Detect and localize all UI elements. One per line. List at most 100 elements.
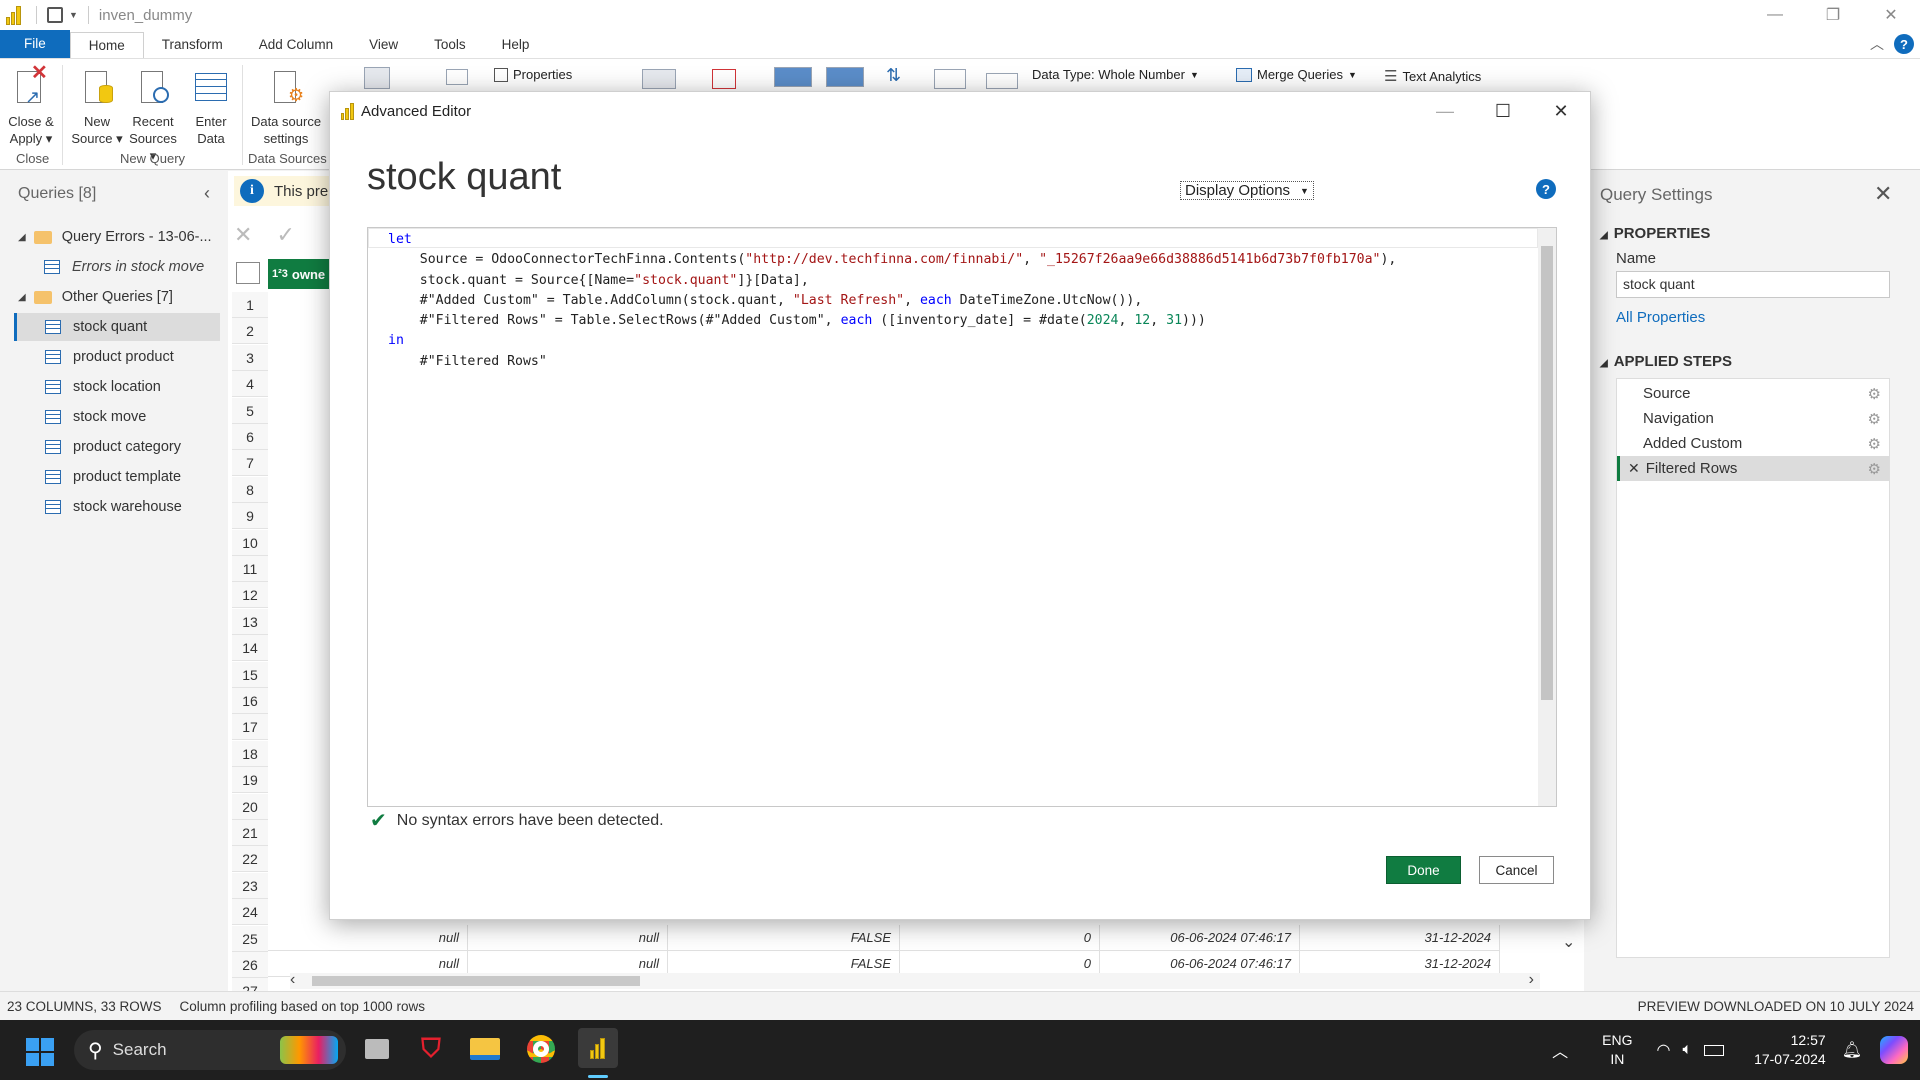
collapse-ribbon-icon[interactable]: ︿ [1870,34,1884,54]
gear-icon[interactable]: ⚙ [1868,385,1881,403]
task-view-icon[interactable] [360,1032,394,1066]
row-number[interactable]: 5 [232,397,268,424]
tab-transform[interactable]: Transform [144,32,241,58]
taskbar-search[interactable]: ⚲ Search [74,1030,346,1070]
volume-icon[interactable]: 🔈︎ [1682,1041,1692,1059]
minimize-icon[interactable]: — [1416,92,1474,130]
horizontal-scrollbar[interactable]: ‹ › [290,971,1540,989]
expand-icon[interactable]: ◢ [18,292,26,303]
minimize-icon[interactable]: — [1746,0,1804,30]
row-number[interactable]: 14 [232,635,268,662]
close-apply-button[interactable]: ✕ ↗ Close & Apply ▾ [4,63,58,147]
tab-file[interactable]: File [0,30,70,58]
row-number[interactable]: 19 [232,767,268,794]
merge-queries-button[interactable]: Merge Queries ▼ [1236,67,1357,82]
tab-add-column[interactable]: Add Column [241,32,351,58]
table-cell[interactable]: 0 [900,925,1100,951]
help-icon[interactable]: ? [1894,34,1914,54]
properties-button[interactable]: Properties [494,67,572,82]
scrollbar-thumb[interactable] [1541,246,1553,700]
status-profiling[interactable]: Column profiling based on top 1000 rows [180,999,425,1014]
done-button[interactable]: Done [1386,856,1461,884]
scroll-down-icon[interactable]: ⌄ [1562,932,1575,952]
help-icon[interactable]: ? [1536,179,1556,199]
row-number[interactable]: 6 [232,424,268,450]
column-header[interactable]: 1²3 owne [268,259,338,289]
row-number[interactable]: 18 [232,740,268,767]
row-number[interactable]: 8 [232,476,268,503]
row-number[interactable]: 1 [232,292,268,318]
cancel-button[interactable]: Cancel [1479,856,1554,884]
keep-rows-icon[interactable] [712,69,736,89]
row-number[interactable]: 24 [232,899,268,926]
cancel-formula-icon[interactable]: ✕ [234,222,252,248]
remove-rows-icon[interactable] [774,67,812,87]
save-icon[interactable] [47,7,63,23]
commit-formula-icon[interactable]: ✓ [276,222,294,248]
query-item-stock-quant[interactable]: stock quant [14,313,220,341]
row-number[interactable]: 10 [232,529,268,556]
query-item[interactable]: Errors in stock move [44,253,250,281]
gear-icon[interactable]: ⚙ [1868,435,1881,453]
table-cell[interactable]: null [268,925,468,951]
tab-home[interactable]: Home [69,32,144,58]
query-item[interactable]: product product [14,343,220,371]
query-folder[interactable]: ◢ Query Errors - 13-06-... [18,223,224,251]
expand-icon[interactable]: ◢ [18,232,26,243]
row-number[interactable]: 15 [232,661,268,688]
manage-parameters-icon[interactable] [364,67,390,89]
maximize-icon[interactable]: ☐ [1474,92,1532,130]
close-icon[interactable]: ✕ [1532,92,1590,130]
row-number[interactable]: 21 [232,820,268,846]
step-added-custom[interactable]: Added Custom ⚙ [1617,431,1889,456]
step-navigation[interactable]: Navigation ⚙ [1617,406,1889,431]
restore-icon[interactable]: ❐ [1804,0,1862,30]
table-cell[interactable]: FALSE [668,925,900,951]
quick-access-dropdown-icon[interactable]: ▼ [69,10,78,20]
gear-icon[interactable]: ⚙ [1868,460,1881,478]
row-number[interactable]: 22 [232,846,268,873]
file-explorer-icon[interactable] [468,1032,502,1066]
table-cell[interactable]: 31-12-2024 [1300,925,1500,951]
scroll-left-icon[interactable]: ‹ [290,971,295,989]
gear-icon[interactable]: ⚙ [1868,410,1881,428]
text-analytics-button[interactable]: ☰ Text Analytics [1384,67,1481,85]
close-icon[interactable]: ✕ [1862,0,1920,30]
wifi-icon[interactable]: ◠ [1656,1040,1670,1060]
row-number[interactable]: 16 [232,688,268,714]
choose-columns-icon[interactable] [642,69,676,89]
code-editor[interactable]: let Source = OdooConnectorTechFinna.Cont… [367,227,1557,807]
query-item[interactable]: product template [14,463,220,491]
row-number[interactable]: 13 [232,608,268,635]
query-name-input[interactable]: stock quant [1616,271,1890,298]
data-source-settings-button[interactable]: ⚙ Data source settings [246,65,326,147]
delete-step-icon[interactable]: ✕ [1628,460,1640,477]
row-number[interactable]: 9 [232,503,268,530]
row-number[interactable]: 2 [232,318,268,345]
row-number[interactable]: 20 [232,793,268,820]
battery-icon[interactable] [1704,1044,1725,1056]
row-number[interactable]: 26 [232,952,268,978]
copilot-icon[interactable] [1880,1036,1908,1064]
row-number[interactable]: 11 [232,556,268,582]
step-filtered-rows[interactable]: ✕ Filtered Rows ⚙ [1617,456,1889,481]
split-column-icon[interactable] [934,69,966,89]
editor-scrollbar[interactable] [1538,228,1556,806]
query-item[interactable]: stock location [14,373,220,401]
row-number[interactable]: 17 [232,714,268,741]
power-bi-taskbar-icon[interactable] [578,1028,618,1068]
display-options-dropdown[interactable]: Display Options ▼ [1180,181,1314,200]
table-cell[interactable]: null [468,925,668,951]
row-number[interactable]: 23 [232,872,268,899]
collapse-queries-icon[interactable]: ‹ [204,183,210,204]
enter-data-button[interactable]: Enter Data [184,65,238,147]
show-hidden-icons-icon[interactable]: ︿ [1552,1038,1568,1062]
tab-tools[interactable]: Tools [416,32,484,58]
scrollbar-thumb[interactable] [312,976,640,986]
clock[interactable]: 12:57 17-07-2024 [1754,1031,1826,1069]
new-source-button[interactable]: New Source ▾ [70,65,124,147]
mcafee-icon[interactable]: ⛉ [414,1032,448,1066]
sort-icon[interactable]: ⇅ [886,65,901,86]
row-number[interactable]: 7 [232,450,268,477]
table-menu-icon[interactable] [236,262,260,284]
